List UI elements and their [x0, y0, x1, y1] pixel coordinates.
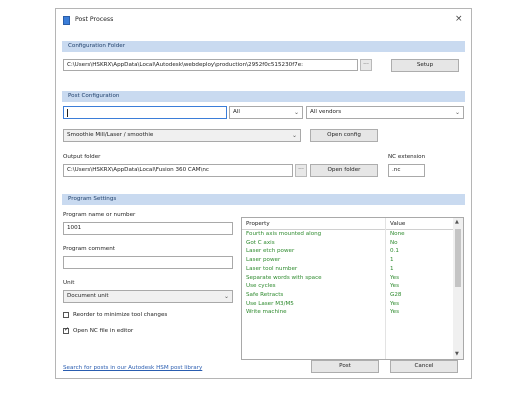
scrollbar-thumb[interactable]: [455, 229, 461, 287]
table-row[interactable]: Safe Retracts G28: [242, 291, 453, 300]
chevron-down-icon: ⌄: [293, 109, 299, 116]
properties-scrollbar[interactable]: ▲ ▼: [453, 218, 463, 359]
unit-label: Unit: [63, 280, 75, 286]
program-comment-label: Program comment: [63, 246, 115, 252]
section-configuration-folder: Configuration Folder: [62, 41, 465, 52]
post-processor-select[interactable]: Smoothie Mill/Laser / smoothie ⌄: [63, 129, 301, 142]
chevron-down-icon: ⌄: [291, 132, 297, 139]
table-row[interactable]: Got C axis No: [242, 239, 453, 248]
property-value[interactable]: Yes: [390, 283, 399, 289]
setup-button[interactable]: Setup: [391, 59, 459, 72]
table-row[interactable]: Laser power 1: [242, 256, 453, 265]
section-post-configuration: Post Configuration: [62, 91, 465, 102]
unit-select[interactable]: Document unit ⌄: [63, 290, 233, 303]
section-title: Post Configuration: [68, 93, 120, 99]
reorder-checkbox[interactable]: [63, 312, 69, 318]
post-process-dialog: Post Process × Configuration Folder C:\U…: [55, 8, 472, 379]
property-name: Laser power: [246, 257, 281, 264]
cancel-button[interactable]: Cancel: [390, 360, 458, 373]
unit-select-text: Document unit: [67, 293, 109, 299]
column-header-property[interactable]: Property: [246, 221, 270, 227]
output-folder-label: Output folder: [63, 154, 101, 160]
property-value[interactable]: Yes: [390, 301, 399, 307]
property-value[interactable]: Yes: [390, 275, 399, 281]
post-button[interactable]: Post: [311, 360, 379, 373]
property-name: Fourth axis mounted along: [246, 231, 322, 237]
filter-all-select[interactable]: All ⌄: [229, 106, 303, 119]
property-name: Use Laser M3/M5: [246, 300, 294, 307]
property-name: Use cycles: [246, 283, 276, 290]
config-folder-browse-button[interactable]: ...: [360, 59, 372, 71]
nc-extension-input[interactable]: .nc: [388, 164, 425, 177]
property-name: Separate words with space: [246, 274, 322, 281]
reorder-label: Reorder to minimize tool changes: [73, 312, 168, 318]
post-label: Post: [339, 363, 351, 369]
cancel-label: Cancel: [414, 363, 434, 369]
property-value[interactable]: G28: [390, 292, 401, 298]
setup-label: Setup: [416, 62, 434, 68]
config-folder-path-text: C:\Users\HSKRX\AppData\Local\Autodesk\we…: [67, 62, 304, 68]
output-folder-browse-button[interactable]: ...: [295, 164, 307, 177]
chevron-down-icon: ⌄: [454, 109, 460, 116]
open-folder-button[interactable]: Open folder: [310, 164, 378, 177]
output-folder-path-text: C:\Users\HSKRX\AppData\Local\Fusion 360 …: [67, 167, 209, 173]
open-config-label: Open config: [327, 132, 361, 138]
vendor-filter-select[interactable]: All vendors ⌄: [306, 106, 464, 119]
post-search-input[interactable]: [63, 106, 227, 119]
table-row[interactable]: Separate words with space Yes: [242, 274, 453, 283]
open-config-button[interactable]: Open config: [310, 129, 378, 142]
scroll-up-icon[interactable]: ▲: [455, 219, 459, 225]
program-name-label: Program name or number: [63, 212, 136, 218]
properties-table: Property Value Fourth axis mounted along…: [241, 217, 464, 360]
scroll-down-icon[interactable]: ▼: [455, 351, 459, 357]
nc-extension-label: NC extension: [388, 154, 426, 160]
property-value[interactable]: 1: [390, 257, 394, 263]
property-value[interactable]: 1: [390, 266, 394, 272]
table-row[interactable]: Use cycles Yes: [242, 282, 453, 291]
property-value[interactable]: None: [390, 231, 405, 237]
window-title: Post Process: [75, 16, 114, 23]
table-row[interactable]: Write machine Yes: [242, 308, 453, 317]
property-name: Got C axis: [246, 239, 275, 246]
text-cursor: [67, 109, 68, 117]
filter-all-text: All: [233, 109, 240, 115]
table-row[interactable]: Laser tool number 1: [242, 265, 453, 274]
program-name-input[interactable]: 1001: [63, 222, 233, 235]
table-row[interactable]: Use Laser M3/M5 Yes: [242, 300, 453, 309]
section-program-settings: Program Settings: [62, 194, 465, 205]
property-name: Safe Retracts: [246, 291, 284, 298]
post-processor-text: Smoothie Mill/Laser / smoothie: [67, 132, 154, 138]
open-nc-editor-checkbox[interactable]: [63, 326, 69, 334]
open-nc-editor-label: Open NC file in editor: [73, 328, 134, 334]
section-title: Configuration Folder: [68, 43, 125, 49]
post-library-link[interactable]: Search for posts in our Autodesk HSM pos…: [63, 365, 202, 371]
browse-label: ...: [363, 59, 369, 66]
app-document-icon: [63, 16, 70, 25]
property-name: Laser tool number: [246, 265, 298, 272]
close-icon[interactable]: ×: [455, 14, 463, 24]
program-name-text: 1001: [67, 225, 82, 231]
open-folder-label: Open folder: [327, 167, 361, 173]
section-title: Program Settings: [68, 196, 117, 202]
output-folder-path-field[interactable]: C:\Users\HSKRX\AppData\Local\Fusion 360 …: [63, 164, 293, 177]
table-header: Property Value: [242, 218, 453, 230]
vendor-filter-text: All vendors: [310, 109, 342, 115]
program-comment-input[interactable]: [63, 256, 233, 269]
table-row[interactable]: Laser etch power 0.1: [242, 247, 453, 256]
chevron-down-icon: ⌄: [223, 293, 229, 300]
property-name: Write machine: [246, 309, 287, 316]
property-name: Laser etch power: [246, 248, 295, 255]
config-folder-path-field[interactable]: C:\Users\HSKRX\AppData\Local\Autodesk\we…: [63, 59, 358, 71]
nc-extension-text: .nc: [392, 167, 401, 173]
browse-label: ...: [298, 164, 304, 171]
property-value[interactable]: 0.1: [390, 248, 399, 254]
table-row[interactable]: Fourth axis mounted along None: [242, 230, 453, 239]
property-value[interactable]: Yes: [390, 309, 399, 315]
column-header-value[interactable]: Value: [390, 221, 405, 227]
property-value[interactable]: No: [390, 240, 398, 246]
